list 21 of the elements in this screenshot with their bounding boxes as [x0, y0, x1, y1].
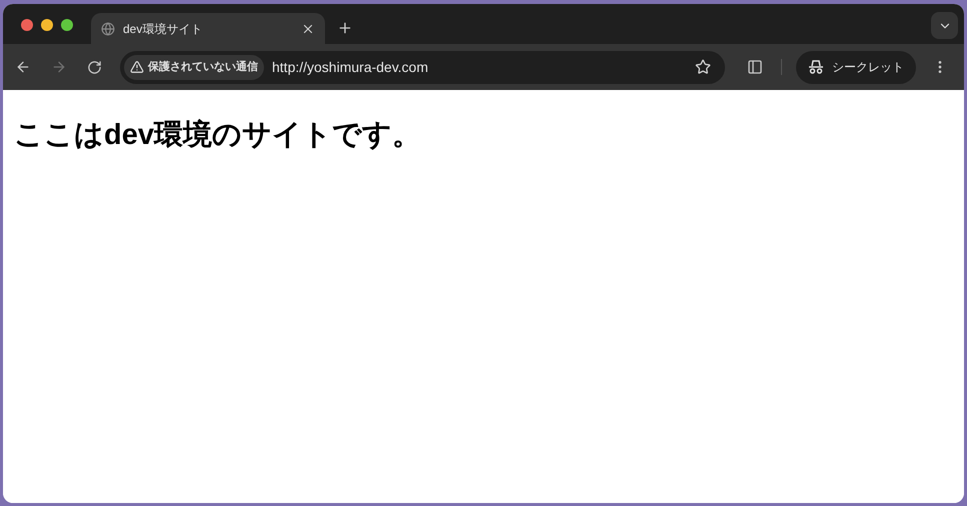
address-bar[interactable]: 保護されていない通信 http://yoshimura-dev.com	[120, 50, 725, 84]
close-window-icon[interactable]	[21, 19, 33, 31]
back-icon[interactable]	[15, 59, 31, 75]
url-text: http://yoshimura-dev.com	[272, 58, 430, 77]
security-label: 保護されていない通信	[148, 60, 258, 75]
new-tab-icon[interactable]	[337, 20, 353, 36]
security-chip[interactable]: 保護されていない通信	[124, 54, 264, 80]
browser-tab[interactable]: dev環境サイト	[91, 13, 325, 44]
incognito-chip[interactable]: シークレット	[796, 50, 916, 84]
tab-title: dev環境サイト	[123, 20, 204, 38]
incognito-label: シークレット	[832, 59, 904, 76]
reload-icon[interactable]	[87, 60, 102, 74]
warning-icon	[130, 60, 144, 74]
minimize-window-icon[interactable]	[41, 19, 53, 31]
globe-icon	[101, 22, 115, 36]
side-panel-icon[interactable]	[747, 59, 763, 75]
incognito-icon	[808, 60, 824, 74]
bookmark-star-icon[interactable]	[695, 59, 711, 75]
tab-search-button[interactable]	[931, 12, 958, 39]
maximize-window-icon[interactable]	[61, 19, 73, 31]
page-heading: ここはdev環境のサイトです。	[14, 118, 422, 153]
